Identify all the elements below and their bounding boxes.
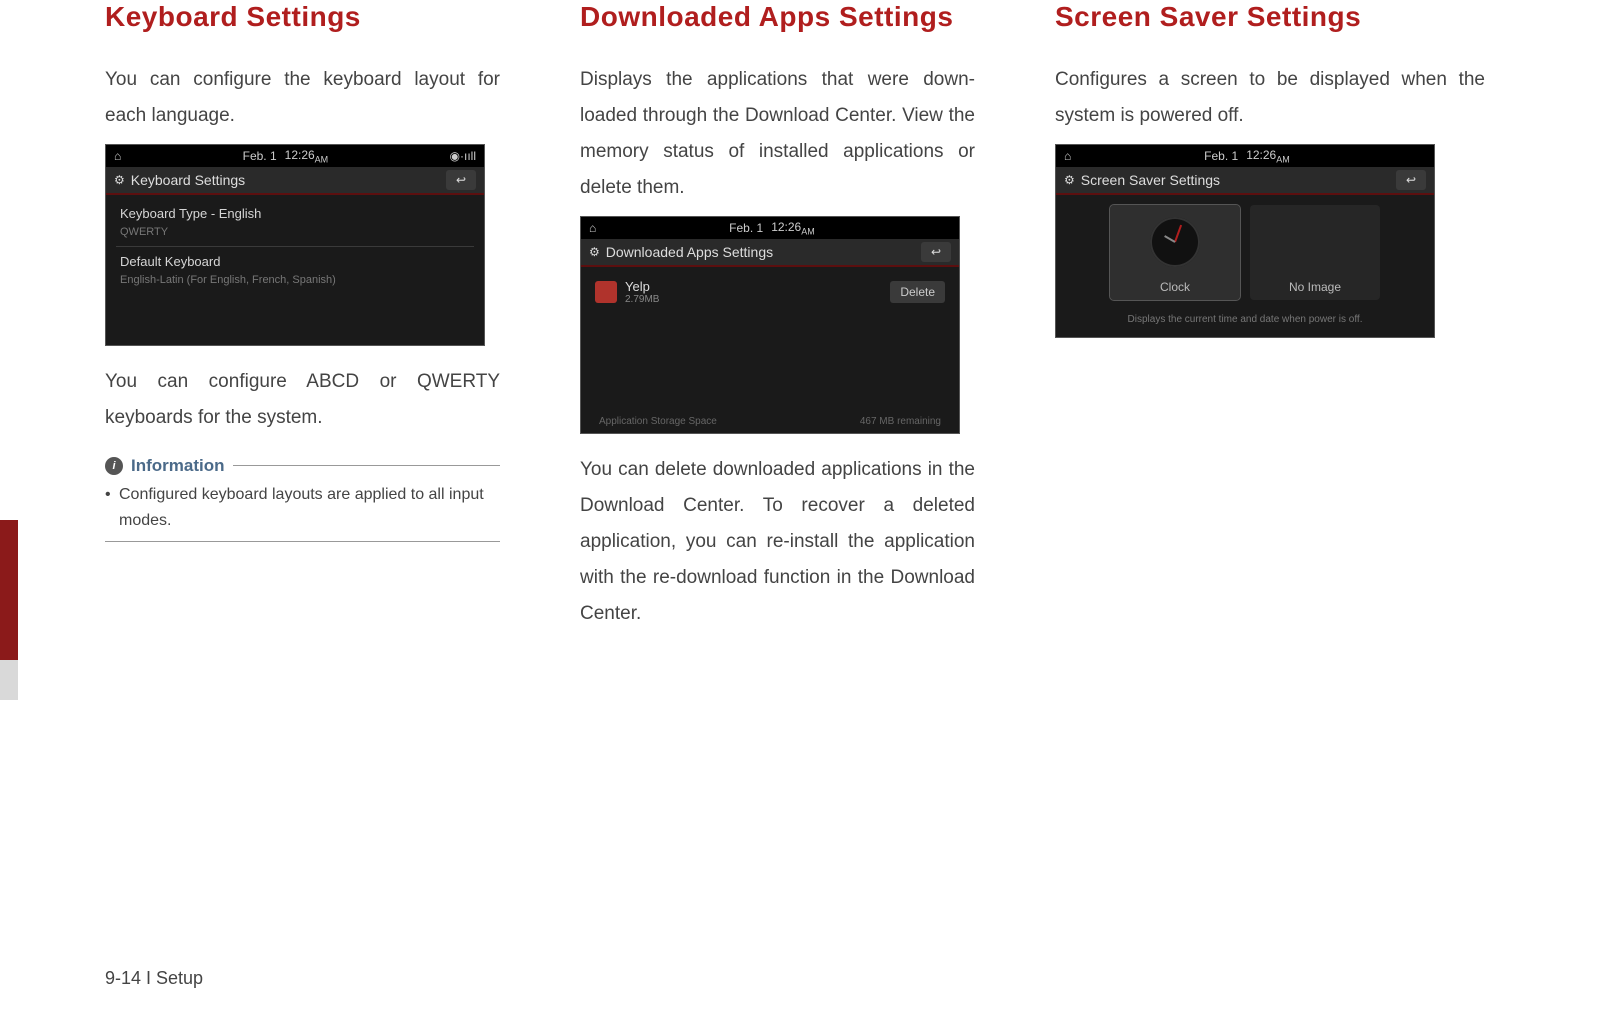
option-clock[interactable]: Clock xyxy=(1110,205,1240,300)
screenshot-screen-saver: ⌂ Feb. 1 12:26AM ⚙ Screen Saver Settings … xyxy=(1055,144,1435,338)
status-date: Feb. 1 xyxy=(1204,149,1238,163)
list-item-default-keyboard-sub: English-Latin (For English, French, Span… xyxy=(116,274,474,292)
para-delete-apps: You can delete downloaded applications i… xyxy=(580,452,975,632)
intro-keyboard: You can configure the keyboard layout fo… xyxy=(105,62,500,134)
list-item-keyboard-type[interactable]: Keyboard Type - English xyxy=(116,201,474,226)
screenshot-status-bar: ⌂ Feb. 1 12:26AM ◉·ııll xyxy=(106,145,484,167)
status-date: Feb. 1 xyxy=(243,149,277,163)
gear-icon: ⚙ xyxy=(589,245,600,259)
page-footer: 9-14 I Setup xyxy=(105,968,203,989)
info-label: Information xyxy=(131,456,225,476)
screenshot-keyboard-settings: ⌂ Feb. 1 12:26AM ◉·ııll ⚙ Keyboard Settin… xyxy=(105,144,485,346)
column-screen-saver: Screen Saver Settings Configures a scree… xyxy=(1055,0,1485,642)
info-bullet: Configured keyboard layouts are applied … xyxy=(105,482,500,533)
screenshot-body: Clock No Image Displays the current time… xyxy=(1056,195,1434,337)
screenshot-downloaded-apps: ⌂ Feb. 1 12:26AM ⚙ Downloaded Apps Settin… xyxy=(580,216,960,434)
storage-remaining: 467 MB remaining xyxy=(860,416,941,427)
app-name: Yelp xyxy=(625,279,882,294)
screen-title: Keyboard Settings xyxy=(131,172,245,188)
gear-icon: ⚙ xyxy=(114,173,125,187)
home-icon: ⌂ xyxy=(114,149,121,163)
status-time: 12:26AM xyxy=(285,148,329,164)
option-hint: Displays the current time and date when … xyxy=(1056,310,1434,337)
gear-icon: ⚙ xyxy=(1064,173,1075,187)
option-no-image[interactable]: No Image xyxy=(1250,205,1380,300)
storage-footer: Application Storage Space 467 MB remaini… xyxy=(591,311,949,433)
signal-icon: ◉·ııll xyxy=(450,149,476,163)
app-icon-yelp xyxy=(595,281,617,303)
screenshot-title-bar: ⚙ Keyboard Settings ↩ xyxy=(106,167,484,195)
home-icon: ⌂ xyxy=(1064,149,1071,163)
status-time: 12:26AM xyxy=(771,220,815,236)
screenshot-status-bar: ⌂ Feb. 1 12:26AM xyxy=(581,217,959,239)
heading-downloaded-apps: Downloaded Apps Settings xyxy=(580,0,975,34)
option-clock-label: Clock xyxy=(1160,280,1190,294)
screenshot-body: Yelp 2.79MB Delete Application Storage S… xyxy=(581,267,959,433)
screenshot-status-bar: ⌂ Feb. 1 12:26AM xyxy=(1056,145,1434,167)
screen-title: Screen Saver Settings xyxy=(1081,172,1220,188)
option-no-image-label: No Image xyxy=(1289,280,1341,294)
intro-downloaded-apps: Displays the applications that were down… xyxy=(580,62,975,206)
signal-icon xyxy=(948,221,951,235)
clock-icon xyxy=(1150,217,1200,267)
info-icon: i xyxy=(105,457,123,475)
status-date: Feb. 1 xyxy=(729,221,763,235)
chapter-tab xyxy=(0,520,18,660)
content-columns: Keyboard Settings You can configure the … xyxy=(105,0,1485,642)
information-block: i Information Configured keyboard layout… xyxy=(105,456,500,542)
para-keyboard-config: You can configure ABCD or QWERTY keyboar… xyxy=(105,364,500,436)
app-size: 2.79MB xyxy=(625,294,882,305)
column-keyboard-settings: Keyboard Settings You can configure the … xyxy=(105,0,500,642)
back-button[interactable]: ↩ xyxy=(446,170,476,190)
list-item-default-keyboard[interactable]: Default Keyboard xyxy=(116,249,474,274)
screenshot-body: Keyboard Type - English QWERTY Default K… xyxy=(106,195,484,345)
delete-button[interactable]: Delete xyxy=(890,281,945,303)
screen-title: Downloaded Apps Settings xyxy=(606,244,773,260)
chapter-tab-secondary xyxy=(0,660,18,700)
signal-icon xyxy=(1423,149,1426,163)
back-button[interactable]: ↩ xyxy=(921,242,951,262)
column-downloaded-apps: Downloaded Apps Settings Displays the ap… xyxy=(580,0,975,642)
back-button[interactable]: ↩ xyxy=(1396,170,1426,190)
screenshot-title-bar: ⚙ Downloaded Apps Settings ↩ xyxy=(581,239,959,267)
intro-screen-saver: Configures a screen to be displayed when… xyxy=(1055,62,1485,134)
heading-screen-saver: Screen Saver Settings xyxy=(1055,0,1485,34)
storage-label: Application Storage Space xyxy=(599,416,717,427)
app-row: Yelp 2.79MB Delete xyxy=(591,273,949,311)
home-icon: ⌂ xyxy=(589,221,596,235)
list-item-keyboard-type-sub: QWERTY xyxy=(116,226,474,244)
status-time: 12:26AM xyxy=(1246,148,1290,164)
heading-keyboard-settings: Keyboard Settings xyxy=(105,0,500,34)
screenshot-title-bar: ⚙ Screen Saver Settings ↩ xyxy=(1056,167,1434,195)
